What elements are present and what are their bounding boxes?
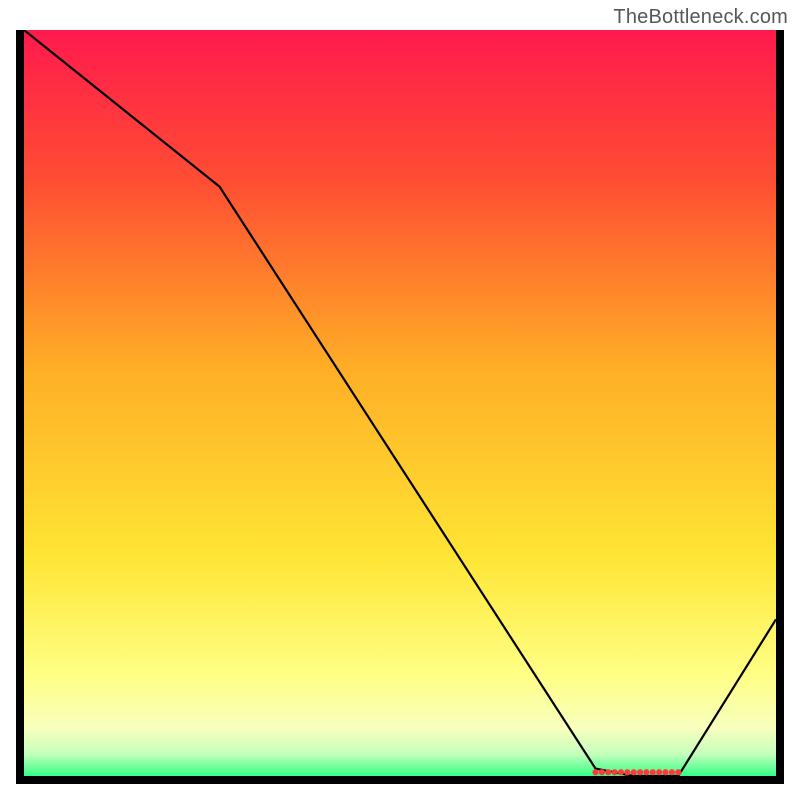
chart-svg — [16, 30, 784, 784]
chart-container — [16, 30, 784, 784]
gradient-background — [20, 30, 780, 780]
watermark-text: TheBottleneck.com — [613, 6, 788, 29]
